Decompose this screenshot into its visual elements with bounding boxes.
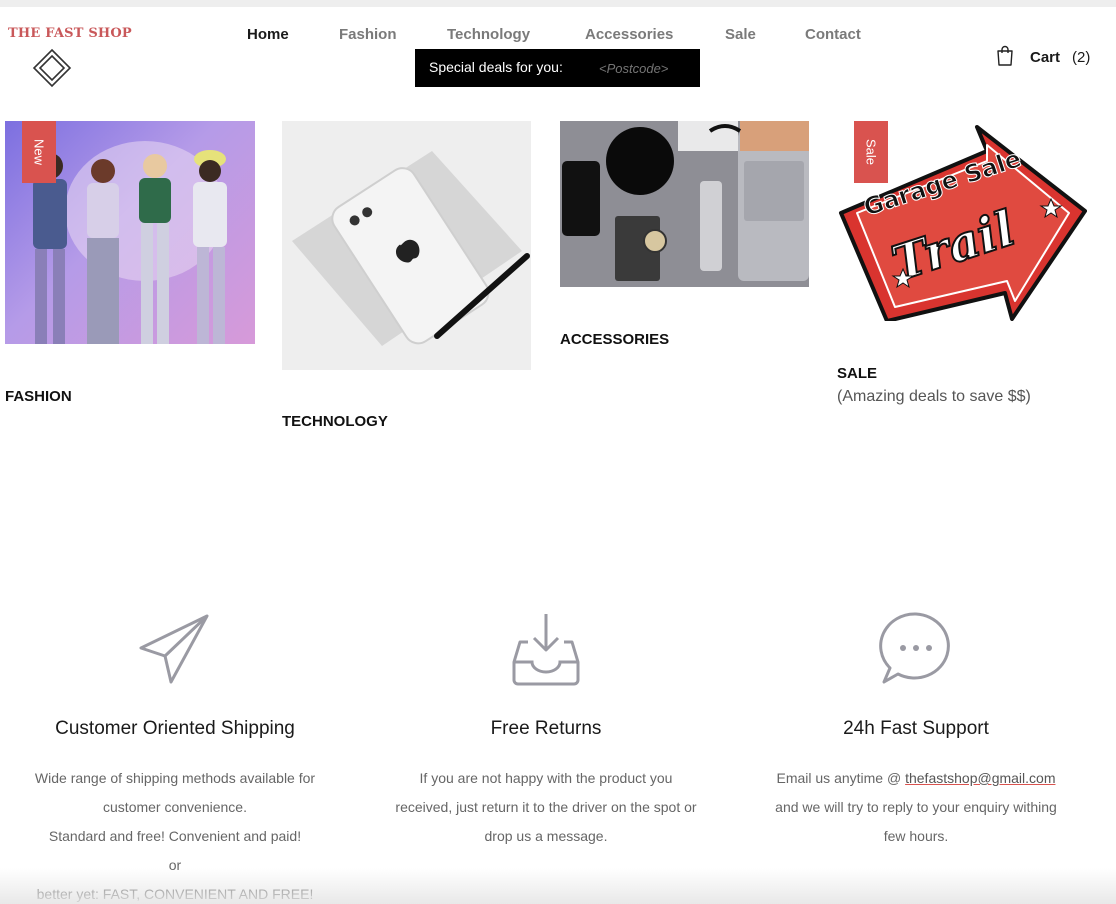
inbox-download-icon: [512, 614, 580, 686]
category-card-technology[interactable]: TECHNOLOGY: [282, 121, 532, 436]
nav-contact[interactable]: Contact: [805, 26, 861, 43]
category-title-technology: TECHNOLOGY: [282, 413, 388, 430]
category-title-fashion: FASHION: [5, 388, 72, 405]
category-card-fashion[interactable]: New FASHION: [5, 121, 255, 411]
feature-title-shipping: Customer Oriented Shipping: [55, 718, 295, 739]
main-nav: Home Fashion Technology Accessories Sale…: [0, 26, 1116, 50]
nav-home[interactable]: Home: [247, 26, 289, 43]
nav-accessories[interactable]: Accessories: [585, 26, 673, 43]
feature-text-support: Email us anytime @ thefastshop@gmail.com…: [775, 770, 1057, 844]
category-title-sale: SALE: [837, 365, 878, 382]
special-deals-bar: Special deals for you:: [415, 49, 700, 87]
feature-text-shipping: Wide range of shipping methods available…: [34, 770, 316, 902]
chat-bubble-icon: [879, 612, 950, 684]
feature-support: 24h Fast Support Email us anytime @ thef…: [736, 610, 1096, 844]
postcode-input[interactable]: [595, 55, 691, 81]
feature-title-support: 24h Fast Support: [843, 718, 989, 739]
feature-text-returns: If you are not happy with the product yo…: [395, 770, 697, 844]
category-title-accessories: ACCESSORIES: [560, 331, 670, 348]
nav-technology[interactable]: Technology: [447, 26, 530, 43]
category-card-sale[interactable]: Garage Sale Trail Sale SALE (Amazing dea…: [837, 121, 1107, 421]
feature-shipping: Customer Oriented Shipping Wide range of…: [0, 610, 355, 902]
diamond-logo-icon: [32, 48, 72, 88]
paper-plane-icon: [139, 614, 209, 684]
desk-accessories-illustration: [560, 121, 809, 287]
phone-on-paper-illustration: [292, 151, 530, 346]
special-deals-label: Special deals for you:: [429, 59, 563, 75]
sale-badge: Sale: [854, 121, 888, 183]
support-email-link[interactable]: thefastshop@gmail.com: [905, 770, 1055, 786]
cart-label: Cart: [1030, 49, 1061, 66]
top-strip: [0, 0, 1116, 7]
feature-returns: Free Returns If you are not happy with t…: [366, 610, 726, 844]
new-badge: New: [22, 121, 56, 183]
category-subtitle-sale: (Amazing deals to save $$): [837, 388, 1031, 405]
shopping-bag-icon: [997, 45, 1013, 66]
accessories-image: [560, 121, 809, 287]
cart-count-badge: (2): [1072, 49, 1091, 66]
category-card-accessories[interactable]: ACCESSORIES: [560, 121, 810, 356]
nav-fashion[interactable]: Fashion: [339, 26, 397, 43]
feature-title-returns: Free Returns: [490, 718, 602, 739]
nav-sale[interactable]: Sale: [725, 26, 756, 43]
technology-image: [282, 121, 531, 370]
